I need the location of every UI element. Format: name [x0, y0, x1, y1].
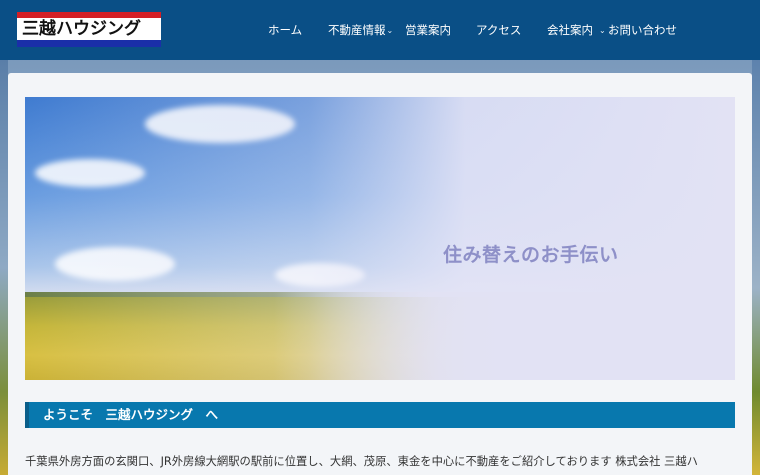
nav-item-contact[interactable]: お問い合わせ [608, 20, 677, 40]
intro-text: 千葉県外房方面の玄関口、JR外房線大網駅の駅前に位置し、大網、茂原、東金を中心に… [25, 455, 698, 468]
background-scenery-left [0, 60, 8, 475]
nav-item-real-estate[interactable]: 不動産情報⌄ [328, 20, 393, 40]
nav-item-label: 会社案内 [547, 23, 593, 37]
hero-field-fade [25, 292, 735, 380]
nav-item-label: 営業案内 [405, 23, 451, 37]
welcome-section-bar: ようこそ 三越ハウジング へ [25, 402, 735, 428]
logo-blue-stripe [17, 40, 161, 47]
nav-item-company[interactable]: 会社案内 ⌄ [547, 20, 606, 40]
nav-item-label: ホーム [268, 23, 303, 37]
nav-item-business[interactable]: 営業案内 [405, 20, 451, 40]
hero-banner: 住み替えのお手伝い [25, 97, 735, 380]
logo-text: 三越ハウジング [22, 19, 141, 39]
hero-caption: 住み替えのお手伝い [443, 244, 619, 266]
site-header: 三越ハウジング ホーム 不動産情報⌄ 営業案内 アクセス 会社案内 ⌄ お問い合わ… [0, 0, 760, 60]
nav-item-home[interactable]: ホーム [268, 20, 302, 40]
site-logo[interactable]: 三越ハウジング [17, 12, 161, 47]
nav-item-label: アクセス [476, 23, 522, 37]
section-title: ようこそ 三越ハウジング へ [43, 407, 219, 422]
background-scenery-right [752, 60, 760, 475]
chevron-down-icon: ⌄ [386, 25, 394, 35]
nav-item-label: お問い合わせ [608, 23, 677, 37]
chevron-down-icon: ⌄ [599, 25, 606, 35]
nav-item-label: 不動産情報 [328, 23, 386, 37]
nav-item-access[interactable]: アクセス [476, 20, 521, 40]
